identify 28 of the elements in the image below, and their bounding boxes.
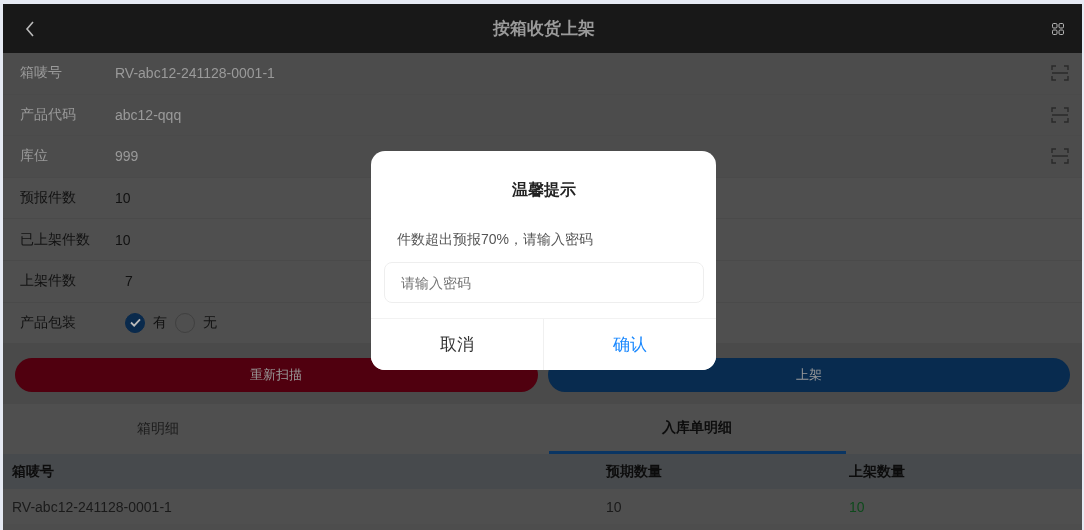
- confirm-button[interactable]: 确认: [543, 319, 716, 370]
- field-label: 产品包装: [20, 313, 77, 332]
- field-value: 999: [115, 148, 139, 165]
- dialog-message: 件数超出预报70%，请输入密码: [396, 231, 594, 249]
- table-cell: 10: [849, 498, 865, 515]
- radio-option[interactable]: 无: [175, 312, 217, 333]
- page-title: 按箱收货上架: [492, 18, 595, 40]
- radio-option[interactable]: 有: [125, 312, 167, 333]
- back-icon[interactable]: [25, 20, 35, 37]
- column-header: 预期数量: [606, 462, 663, 481]
- scan-icon[interactable]: [1051, 106, 1069, 123]
- column-header: 箱唛号: [12, 462, 55, 481]
- password-field[interactable]: 请输入密码: [383, 262, 704, 303]
- field-label: 预报件数: [20, 189, 77, 208]
- scan-icon[interactable]: [1051, 148, 1069, 165]
- field-value: 10: [115, 231, 131, 248]
- grid-icon[interactable]: [1052, 22, 1064, 35]
- dialog-title: 温馨提示: [511, 180, 576, 200]
- field-label: 库位: [20, 147, 49, 166]
- scan-icon[interactable]: [1051, 65, 1069, 82]
- field-value: abc12-qqq: [115, 106, 182, 123]
- radio-checked-icon[interactable]: [125, 312, 145, 333]
- quantity-input[interactable]: 7: [115, 273, 133, 290]
- field-value: 10: [115, 190, 131, 207]
- column-header: 上架数量: [849, 462, 905, 481]
- field-value: RV-abc12-241128-0001-1: [115, 65, 275, 82]
- field-label: 箱唛号: [20, 64, 63, 83]
- field-label: 产品代码: [20, 105, 77, 124]
